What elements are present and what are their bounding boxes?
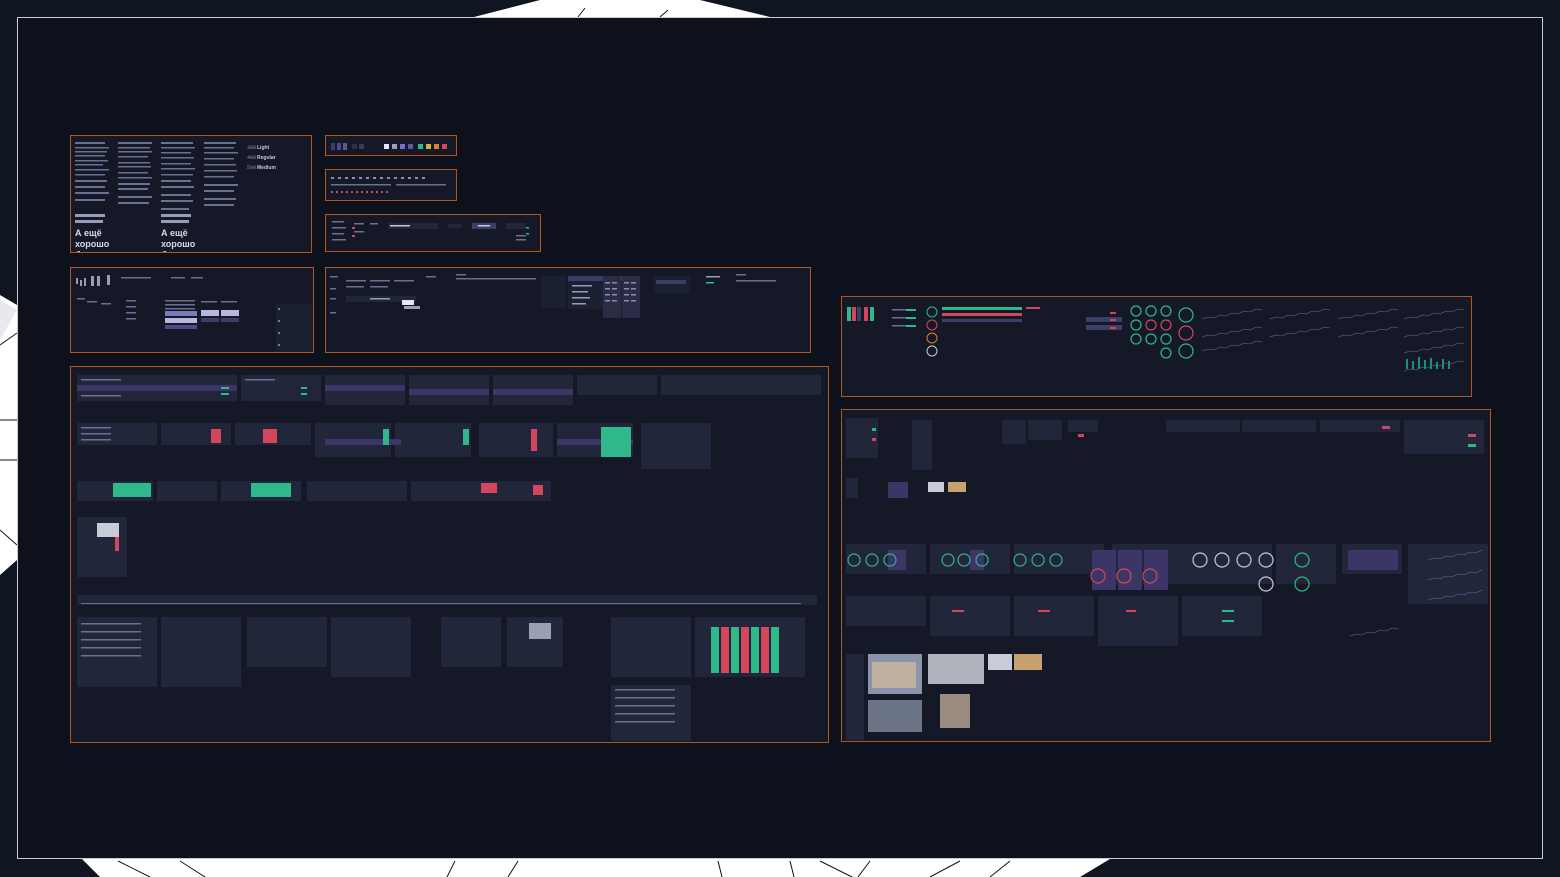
- font-weight-light-number: 300: [247, 145, 257, 151]
- indicators-samples: [847, 305, 1465, 372]
- font-weight-medium-label: Medium: [257, 165, 276, 171]
- font-weight-regular-number: 400: [247, 155, 257, 161]
- widgets-samples: [846, 418, 1488, 740]
- inputs-samples: [332, 221, 529, 241]
- inputs-frame[interactable]: [325, 214, 541, 252]
- dropdowns-samples: [330, 274, 776, 318]
- design-canvas[interactable]: А ещё хорошо б... А ещё хорошо б... 300 …: [17, 17, 1543, 859]
- tables-frame[interactable]: [70, 366, 829, 743]
- palette-swatches: [331, 143, 447, 150]
- typography-sample-large-1: А ещё хорошо б...: [75, 228, 110, 252]
- tables-samples: [77, 375, 821, 741]
- indicators-frame[interactable]: [841, 296, 1472, 397]
- typography-frame[interactable]: А ещё хорошо б... А ещё хорошо б... 300 …: [70, 135, 312, 253]
- icons-grid: [331, 177, 446, 193]
- icons-frame[interactable]: [325, 169, 457, 201]
- font-weight-medium-number: 500: [247, 165, 257, 171]
- navigation-samples: [76, 275, 312, 352]
- palette-frame[interactable]: [325, 135, 457, 156]
- widgets-frame[interactable]: [841, 409, 1491, 742]
- navigation-frame[interactable]: [70, 267, 314, 353]
- font-weight-regular-label: Regular: [257, 155, 276, 161]
- typography-sample-large-2: А ещё хорошо б...: [161, 228, 196, 252]
- dropdowns-frame[interactable]: [325, 267, 811, 353]
- font-weight-light-label: Light: [257, 145, 270, 151]
